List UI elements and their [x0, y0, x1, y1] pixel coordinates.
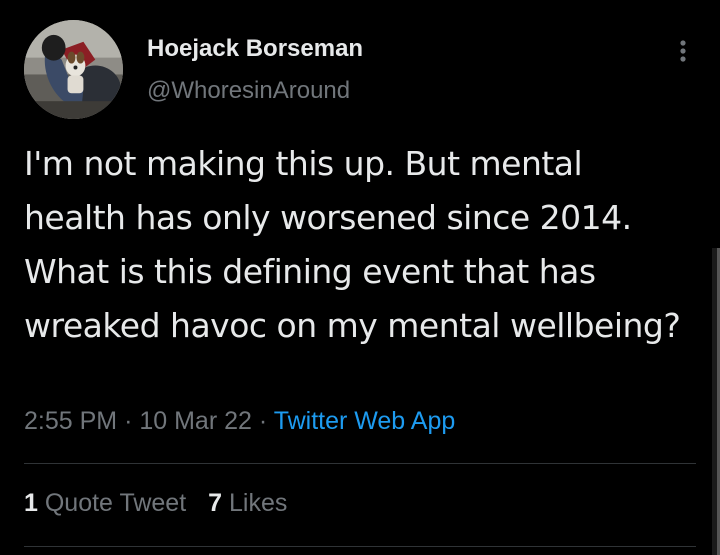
quote-tweets-link[interactable]: 1 Quote Tweet — [24, 489, 186, 517]
user-handle[interactable]: @WhoresinAround — [147, 77, 350, 105]
tweet-time[interactable]: 2:55 PM — [24, 407, 117, 435]
profile-photo-icon — [24, 20, 123, 119]
more-options-button[interactable] — [668, 36, 698, 66]
display-name[interactable]: Hoejack Borseman — [147, 35, 363, 63]
like-label: Likes — [229, 489, 288, 517]
divider — [24, 463, 696, 464]
more-vertical-icon — [680, 40, 686, 62]
meta-separator: · — [258, 407, 268, 435]
tweet-source-link[interactable]: Twitter Web App — [274, 407, 456, 435]
tweet-text: I'm not making this up. But mental healt… — [24, 144, 681, 345]
quote-label: Quote Tweet — [44, 489, 187, 517]
divider — [24, 546, 696, 547]
like-count: 7 — [208, 489, 223, 517]
engagement-stats: 1 Quote Tweet 7 Likes — [24, 489, 287, 518]
tweet-date[interactable]: 10 Mar 22 — [139, 407, 252, 435]
avatar[interactable] — [24, 20, 123, 119]
quote-count: 1 — [24, 489, 38, 517]
tweet-metadata: 2:55 PM · 10 Mar 22 · Twitter Web App — [24, 407, 455, 436]
likes-link[interactable]: 7 Likes — [208, 489, 287, 517]
meta-separator: · — [124, 407, 133, 435]
